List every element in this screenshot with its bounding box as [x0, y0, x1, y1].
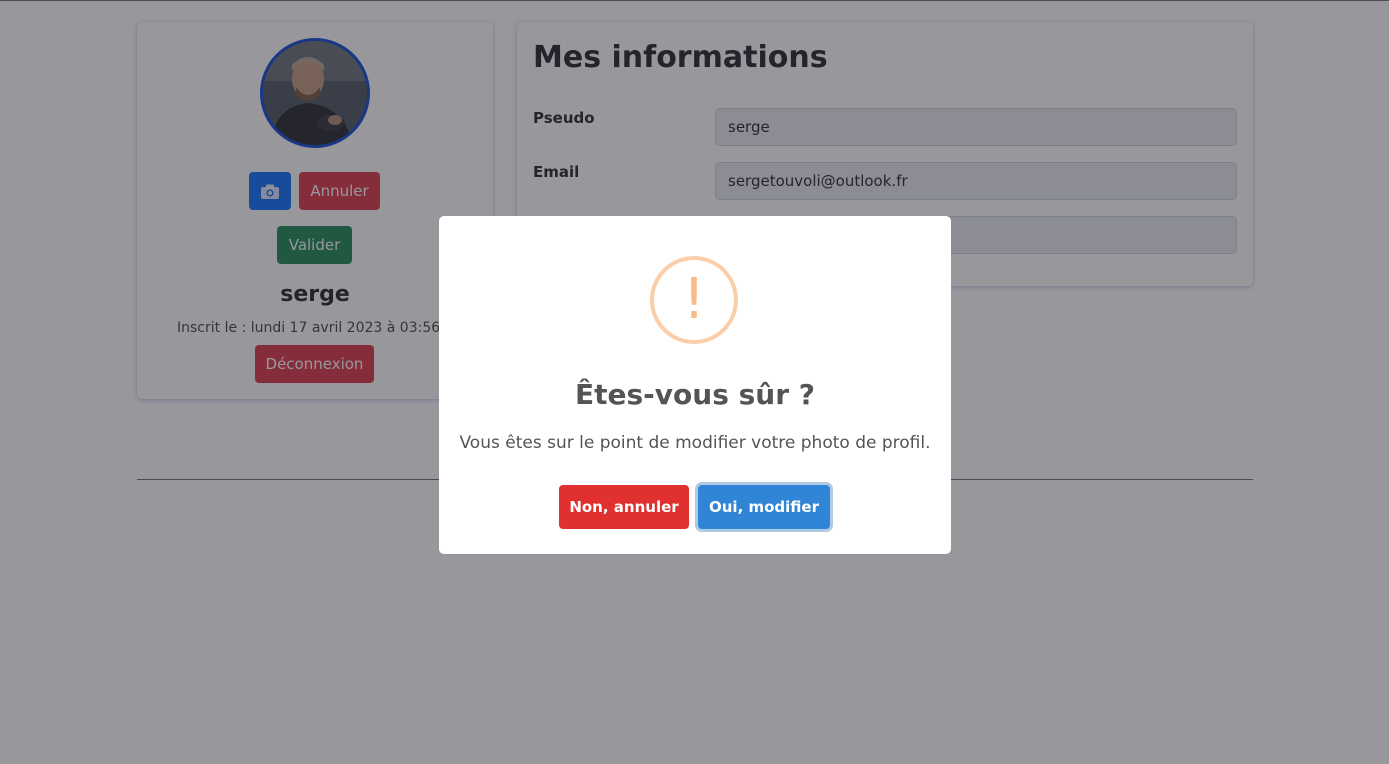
- warning-icon: !: [650, 256, 738, 344]
- dialog-text: Vous êtes sur le point de modifier votre…: [459, 433, 931, 453]
- confirm-dialog: ! Êtes-vous sûr ? Vous êtes sur le point…: [439, 216, 951, 554]
- confirm-button[interactable]: Oui, modifier: [698, 485, 830, 529]
- cancel-button[interactable]: Non, annuler: [559, 485, 689, 529]
- dialog-title: Êtes-vous sûr ?: [574, 378, 816, 411]
